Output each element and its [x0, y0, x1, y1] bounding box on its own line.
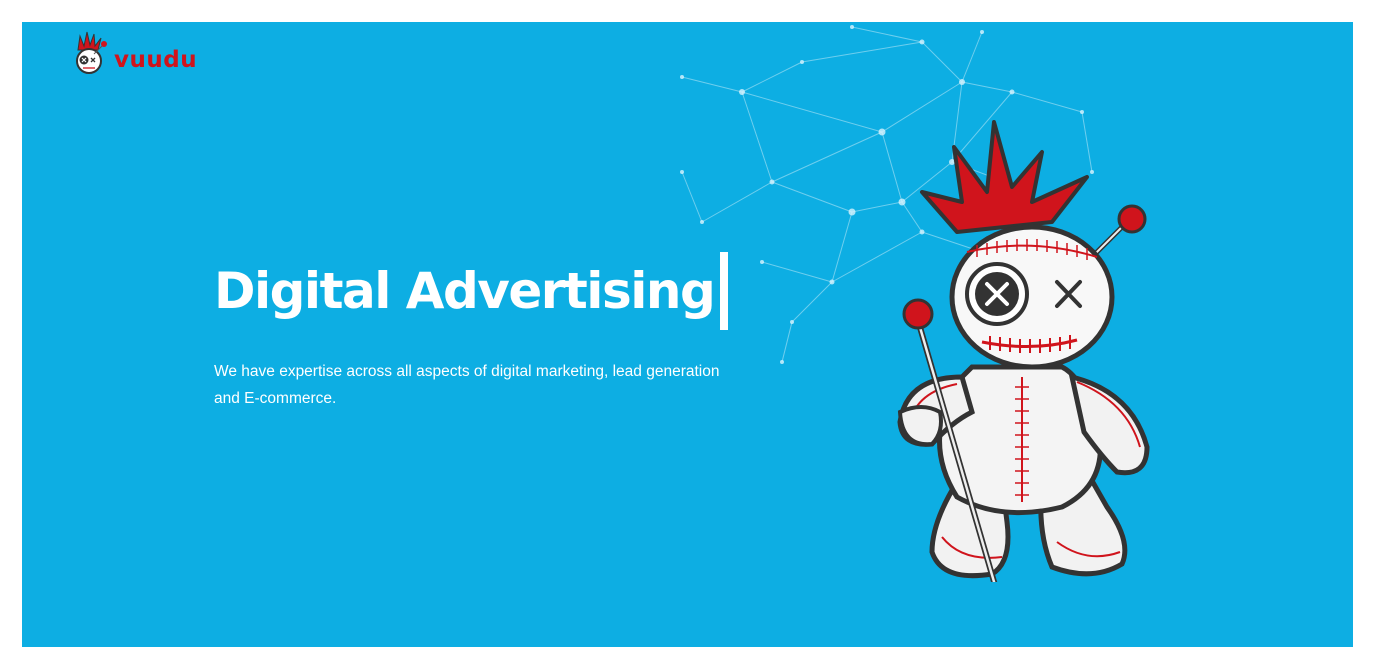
headline-block: Digital Advertising — [214, 246, 729, 336]
brand-name: vuudu — [114, 47, 198, 73]
hero-section: vuudu Digital Advertising We have expert… — [22, 22, 1353, 647]
typing-caret — [720, 252, 729, 330]
voodoo-doll-head-icon — [76, 31, 107, 74]
hero-description: We have expertise across all aspects of … — [214, 363, 720, 407]
voodoo-doll-with-pins-icon — [897, 120, 1150, 582]
brand-logo[interactable]: vuudu — [70, 28, 197, 78]
page-title: Digital Advertising — [214, 262, 716, 320]
